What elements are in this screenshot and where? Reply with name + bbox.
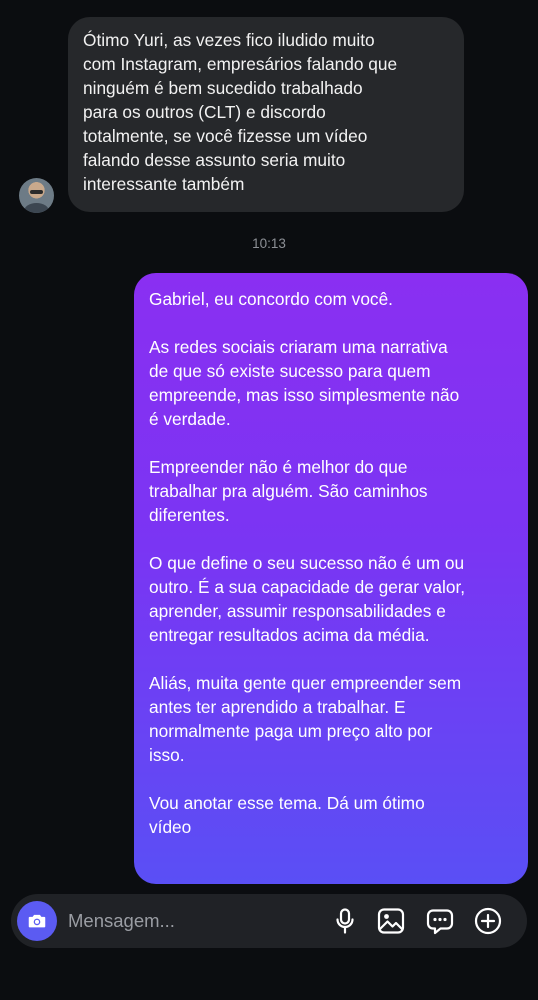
add-button[interactable]	[473, 906, 503, 936]
outgoing-message-line: entregar resultados acima da média.	[149, 625, 430, 645]
incoming-message-line: interessante também	[83, 174, 245, 194]
outgoing-message-line: Gabriel, eu concordo com você.	[149, 289, 393, 309]
message-composer[interactable]: Mensagem...	[11, 894, 527, 948]
outgoing-message-line: isso.	[149, 745, 185, 765]
outgoing-message-line: de que só existe sucesso para quem	[149, 361, 431, 381]
plus-circle-icon	[474, 907, 502, 935]
outgoing-paragraph: Empreender não é melhor do que trabalhar…	[149, 455, 516, 527]
outgoing-paragraph: Aliás, muita gente quer empreender sem a…	[149, 671, 516, 767]
message-input[interactable]: Mensagem...	[68, 909, 175, 933]
outgoing-message-line: outro. É a sua capacidade de gerar valor…	[149, 577, 466, 597]
sender-avatar[interactable]	[19, 178, 54, 213]
camera-icon	[28, 914, 46, 928]
outgoing-message-line: Vou anotar esse tema. Dá um ótimo	[149, 793, 425, 813]
outgoing-message-line: antes ter aprendido a trabalhar. E	[149, 697, 406, 717]
incoming-message-bubble[interactable]: Ótimo Yuri, as vezes fico iludido muito …	[68, 17, 464, 212]
outgoing-paragraph: Gabriel, eu concordo com você.	[149, 287, 516, 311]
incoming-message-line: ninguém é bem sucedido trabalhado	[83, 78, 363, 98]
sticker-chat-icon	[426, 909, 454, 935]
gallery-button[interactable]	[376, 906, 406, 936]
sticker-button[interactable]	[425, 906, 455, 936]
camera-button[interactable]	[17, 901, 57, 941]
outgoing-message-line: diferentes.	[149, 505, 230, 525]
image-icon	[377, 908, 405, 934]
microphone-icon	[336, 908, 354, 934]
message-timestamp: 10:13	[252, 236, 286, 251]
avatar-glasses	[30, 190, 43, 194]
incoming-message-line: com Instagram, empresários falando que	[83, 54, 398, 74]
outgoing-message-line: trabalhar pra alguém. São caminhos	[149, 481, 428, 501]
bottom-safe-area	[0, 960, 538, 1000]
outgoing-message-line: normalmente paga um preço alto por	[149, 721, 433, 741]
incoming-message-line: totalmente, se você fizesse um vídeo	[83, 126, 368, 146]
outgoing-message-line: O que define o seu sucesso não é um ou	[149, 553, 465, 573]
incoming-message-line: para os outros (CLT) e discordo	[83, 102, 326, 122]
outgoing-paragraph: As redes sociais criaram uma narrativa d…	[149, 335, 516, 431]
outgoing-message-line: vídeo	[149, 817, 192, 837]
outgoing-message-line: As redes sociais criaram uma narrativa	[149, 337, 448, 357]
outgoing-paragraph: Vou anotar esse tema. Dá um ótimo vídeo	[149, 791, 516, 839]
avatar-shirt	[24, 203, 49, 213]
outgoing-message-bubble[interactable]: Gabriel, eu concordo com você. As redes …	[134, 273, 528, 884]
microphone-button[interactable]	[330, 906, 360, 936]
outgoing-message-line: empreende, mas isso simplesmente não	[149, 385, 460, 405]
outgoing-message-line: é verdade.	[149, 409, 231, 429]
dm-thread: Ótimo Yuri, as vezes fico iludido muito …	[0, 0, 538, 1000]
outgoing-message-line: Aliás, muita gente quer empreender sem	[149, 673, 462, 693]
outgoing-message-line: Empreender não é melhor do que	[149, 457, 408, 477]
outgoing-paragraph: O que define o seu sucesso não é um ou o…	[149, 551, 516, 647]
incoming-message-line: Ótimo Yuri, as vezes fico iludido muito	[83, 30, 375, 50]
incoming-message-line: falando desse assunto seria muito	[83, 150, 346, 170]
outgoing-message-line: aprender, assumir responsabilidades e	[149, 601, 446, 621]
